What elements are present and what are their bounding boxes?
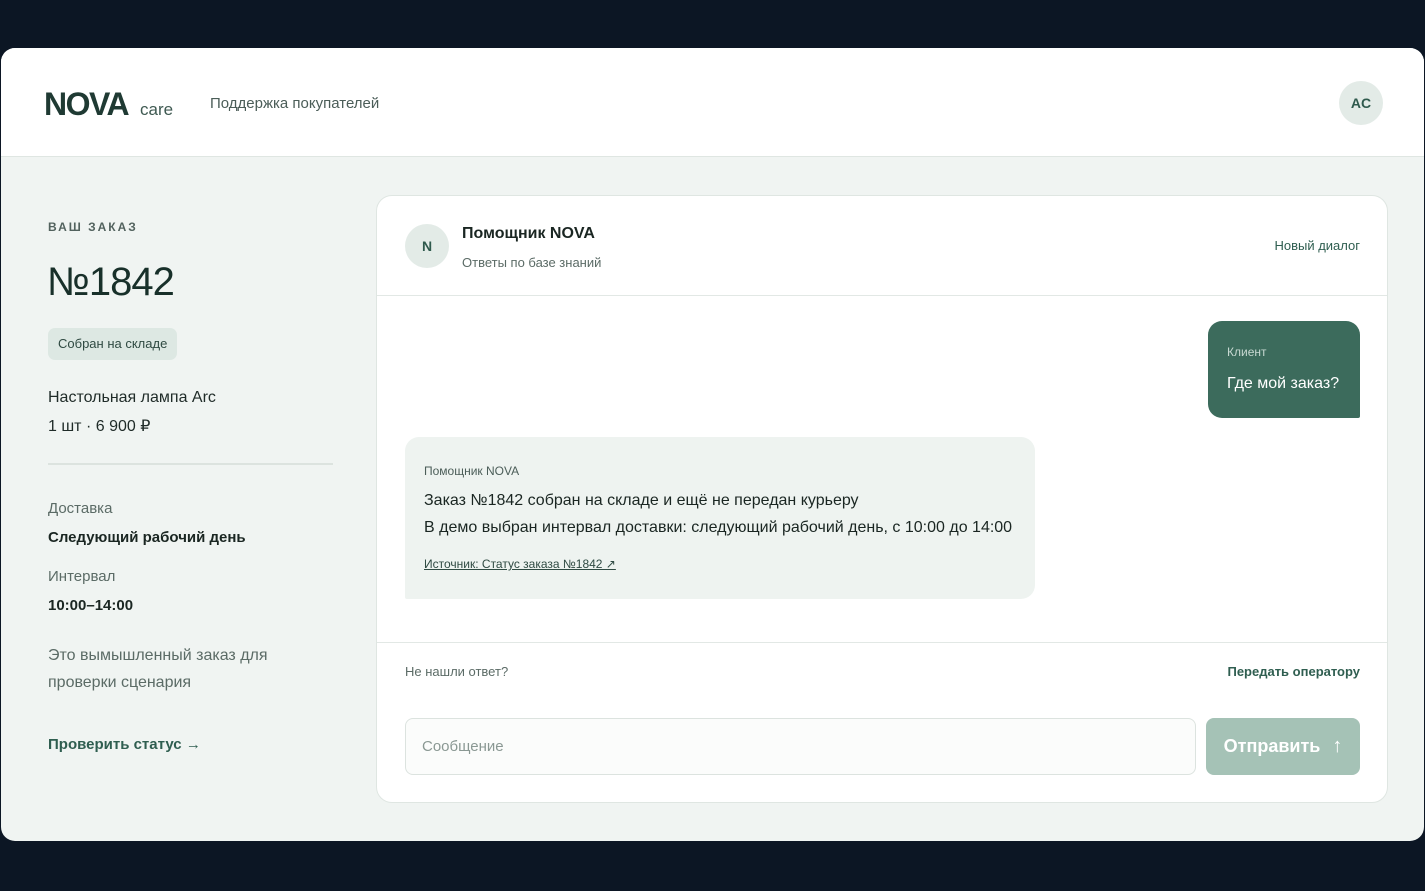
handoff-operator-button[interactable]: Передать оператору [1227, 664, 1360, 679]
send-button[interactable]: Отправить ↑ [1206, 718, 1360, 775]
top-bar: NOVA care Поддержка покупателей AC [1, 48, 1424, 157]
bot-avatar: N [405, 224, 449, 268]
send-label: Отправить [1223, 736, 1321, 756]
message-text: Где мой заказ? [1227, 375, 1340, 392]
chat-panel: N Помощник NOVA Ответы по базе знаний Но… [376, 195, 1388, 803]
app-window: NOVA care Поддержка покупателей AC ВАШ З… [1, 48, 1424, 841]
page-title: Поддержка покупателей [210, 95, 380, 112]
divider [377, 642, 1387, 643]
arrow-up-icon: ↑ [1332, 735, 1343, 757]
bot-subtitle: Ответы по базе знаний [462, 255, 602, 270]
no-answer-text: Не нашли ответ? [405, 664, 509, 679]
user-avatar[interactable]: AC [1339, 81, 1383, 125]
brand-logo[interactable]: NOVA [44, 86, 130, 123]
chat-header: N Помощник NOVA Ответы по базе знаний Но… [377, 196, 1387, 296]
new-dialog-button[interactable]: Новый диалог [1274, 238, 1360, 253]
client-message: Клиент Где мой заказ? [1208, 321, 1360, 418]
message-input[interactable] [405, 718, 1196, 775]
order-note: Это вымышленный заказ для проверки сцена… [48, 647, 268, 691]
bot-message: Помощник NOVA Заказ №1842 собран на скла… [405, 437, 1035, 599]
product-quantity-price: 1 шт · 6 900 ₽ [48, 418, 151, 435]
bot-name: Помощник NOVA [462, 225, 595, 242]
product-name: Настольная лампа Arc [48, 389, 216, 406]
source-link[interactable]: Источник: Статус заказа №1842 ↗ [424, 557, 616, 571]
order-eyebrow: ВАШ ЗАКАЗ [48, 220, 138, 234]
interval-label: Интервал [48, 568, 116, 585]
divider [48, 463, 333, 465]
delivery-label: Доставка [48, 500, 113, 517]
delivery-value: Следующий рабочий день [48, 529, 246, 546]
interval-value: 10:00–14:00 [48, 597, 134, 614]
message-author: Клиент [1227, 345, 1267, 359]
status-badge: Собран на складе [48, 328, 178, 360]
message-text-line: В демо выбран интервал доставки: следующ… [424, 519, 1013, 536]
brand-subtitle: care [140, 100, 174, 119]
message-author: Помощник NOVA [424, 464, 520, 478]
order-number: №1842 [47, 260, 175, 304]
message-text-line: Заказ №1842 собран на складе и ещё не пе… [424, 492, 859, 509]
check-status-link[interactable]: Проверить статус → [48, 736, 201, 753]
